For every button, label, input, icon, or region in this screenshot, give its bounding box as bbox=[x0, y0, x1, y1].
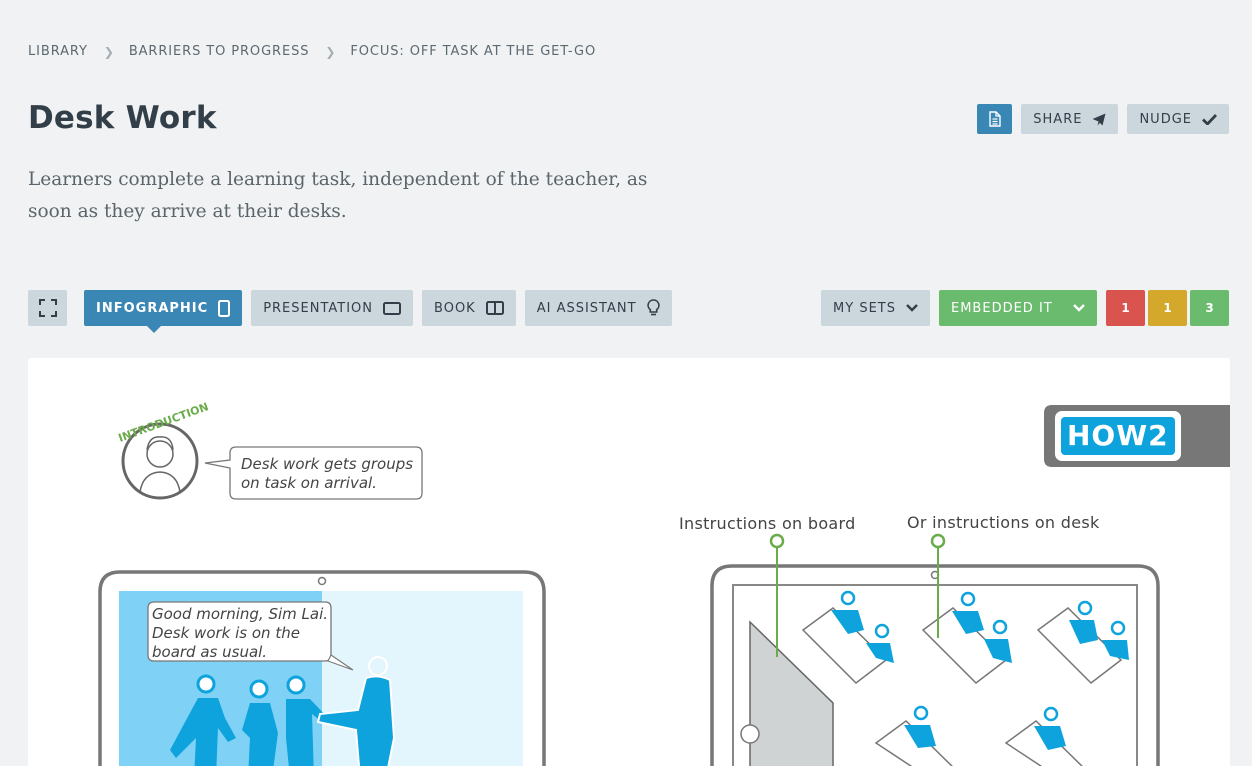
tab-presentation[interactable]: PRESENTATION bbox=[251, 290, 414, 326]
progress-counts: 1 1 3 bbox=[1106, 290, 1229, 326]
tab-book-label: BOOK bbox=[434, 300, 476, 316]
embedded-it-dropdown[interactable]: EMBEDDED IT bbox=[939, 290, 1097, 326]
page-description: Learners complete a learning task, indep… bbox=[28, 169, 648, 222]
intro-bubble-line-1: Desk work gets groups bbox=[241, 455, 414, 473]
breadcrumb: LIBRARY ❯ BARRIERS TO PROGRESS ❯ FOCUS: … bbox=[28, 44, 596, 59]
check-icon bbox=[1202, 114, 1217, 125]
nudge-button[interactable]: NUDGE bbox=[1127, 104, 1229, 134]
tab-ai-assistant[interactable]: AI ASSISTANT bbox=[524, 290, 672, 326]
count-green[interactable]: 3 bbox=[1190, 290, 1229, 326]
infographic-card: INTRODUCTION Desk work gets groups on ta… bbox=[28, 358, 1230, 766]
infographic-illustration bbox=[98, 405, 1230, 766]
share-button[interactable]: SHARE bbox=[1021, 104, 1119, 134]
tab-infographic[interactable]: INFOGRAPHIC bbox=[84, 290, 243, 333]
lightbulb-icon bbox=[646, 299, 660, 316]
label-instructions-on-board: Instructions on board bbox=[679, 514, 856, 533]
teacher-bubble-line-2: Desk work is on the bbox=[152, 624, 300, 642]
breadcrumb-focus[interactable]: FOCUS: OFF TASK AT THE GET-GO bbox=[350, 44, 596, 59]
tab-book[interactable]: BOOK bbox=[422, 290, 516, 326]
document-icon bbox=[989, 111, 1001, 127]
portrait-page-icon bbox=[218, 299, 231, 317]
set-controls: MY SETS EMBEDDED IT 1 1 3 bbox=[821, 290, 1229, 326]
intro-bubble-line-2: on task on arrival. bbox=[241, 474, 377, 492]
label-instructions-on-desk: Or instructions on desk bbox=[907, 513, 1100, 532]
tab-infographic-label: INFOGRAPHIC bbox=[96, 300, 209, 316]
how2-logo-text: HOW2 bbox=[1067, 419, 1169, 452]
landscape-slide-icon bbox=[383, 301, 402, 315]
count-yellow[interactable]: 1 bbox=[1148, 290, 1187, 326]
breadcrumb-barriers[interactable]: BARRIERS TO PROGRESS bbox=[129, 44, 310, 59]
paper-plane-icon bbox=[1092, 113, 1106, 125]
fullscreen-icon bbox=[38, 299, 57, 317]
tab-ai-assistant-label: AI ASSISTANT bbox=[536, 300, 637, 316]
chevron-right-icon: ❯ bbox=[103, 44, 115, 59]
laptop-desk-layout bbox=[710, 564, 1160, 766]
my-sets-dropdown[interactable]: MY SETS bbox=[821, 290, 930, 326]
my-sets-label: MY SETS bbox=[833, 300, 896, 316]
chevron-right-icon: ❯ bbox=[325, 44, 337, 59]
book-icon bbox=[485, 301, 504, 315]
laptop-classroom-scene bbox=[98, 570, 546, 766]
fullscreen-button[interactable] bbox=[28, 290, 67, 326]
view-tabs: INFOGRAPHIC PRESENTATION BOOK AI ASSISTA… bbox=[28, 290, 672, 333]
tab-presentation-label: PRESENTATION bbox=[263, 300, 374, 316]
breadcrumb-library[interactable]: LIBRARY bbox=[28, 44, 88, 59]
nudge-label: NUDGE bbox=[1139, 111, 1192, 127]
share-label: SHARE bbox=[1033, 111, 1083, 127]
teacher-bubble-line-3: board as usual. bbox=[152, 643, 268, 661]
page-actions: SHARE NUDGE bbox=[977, 104, 1229, 134]
count-red[interactable]: 1 bbox=[1106, 290, 1145, 326]
embedded-it-label: EMBEDDED IT bbox=[951, 300, 1053, 316]
document-button[interactable] bbox=[977, 104, 1013, 134]
page-title: Desk Work bbox=[28, 100, 217, 136]
chevron-down-icon bbox=[906, 304, 918, 312]
teacher-bubble-line-1: Good morning, Sim Lai. bbox=[152, 605, 329, 623]
chevron-down-icon bbox=[1073, 304, 1085, 312]
